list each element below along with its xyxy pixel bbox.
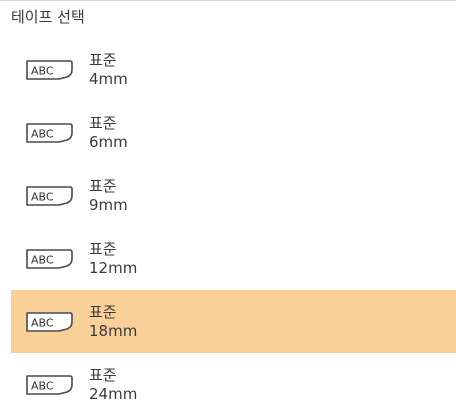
tape-type-label: 표준: [89, 50, 117, 69]
tape-item-label: 표준 24mm: [89, 366, 137, 404]
tape-item-6mm[interactable]: ABC 표준 6mm: [11, 101, 456, 164]
tape-cartridge-icon: ABC: [26, 59, 73, 80]
tape-cartridge-icon: ABC: [26, 374, 73, 395]
tape-cartridge-icon: ABC: [26, 311, 73, 332]
tape-item-label: 표준 4mm: [89, 51, 128, 89]
tape-size-label: 18mm: [89, 321, 138, 340]
tape-type-label: 표준: [89, 176, 117, 195]
tape-item-24mm[interactable]: ABC 표준 24mm: [11, 353, 456, 407]
tape-item-9mm[interactable]: ABC 표준 9mm: [11, 164, 456, 227]
tape-type-label: 표준: [89, 239, 117, 258]
tape-icon-label: ABC: [31, 64, 54, 77]
tape-icon-label: ABC: [31, 127, 54, 140]
tape-size-label: 4mm: [89, 69, 128, 88]
tape-item-label: 표준 12mm: [89, 240, 137, 278]
tape-item-18mm[interactable]: ABC 표준 18mm: [11, 290, 456, 353]
tape-item-label: 표준 18mm: [89, 303, 137, 341]
tape-size-label: 9mm: [89, 195, 128, 214]
tape-cartridge-icon: ABC: [26, 185, 73, 206]
tape-size-label: 12mm: [89, 258, 138, 277]
tape-cartridge-icon: ABC: [26, 122, 73, 143]
tape-icon-label: ABC: [31, 253, 54, 266]
tape-type-label: 표준: [89, 113, 117, 132]
top-divider: [0, 0, 456, 1]
tape-list: ABC 표준 4mm ABC 표준 6mm ABC 표준 9mm ABC 표준 …: [11, 38, 456, 407]
tape-icon-label: ABC: [31, 190, 54, 203]
tape-item-label: 표준 6mm: [89, 114, 128, 152]
tape-item-12mm[interactable]: ABC 표준 12mm: [11, 227, 456, 290]
tape-type-label: 표준: [89, 302, 117, 321]
tape-size-label: 6mm: [89, 132, 128, 151]
tape-type-label: 표준: [89, 365, 117, 384]
tape-size-label: 24mm: [89, 384, 138, 403]
panel-title: 테이프 선택: [11, 8, 85, 26]
tape-cartridge-icon: ABC: [26, 248, 73, 269]
tape-icon-label: ABC: [31, 379, 54, 392]
tape-item-4mm[interactable]: ABC 표준 4mm: [11, 38, 456, 101]
tape-item-label: 표준 9mm: [89, 177, 128, 215]
tape-icon-label: ABC: [31, 316, 54, 329]
